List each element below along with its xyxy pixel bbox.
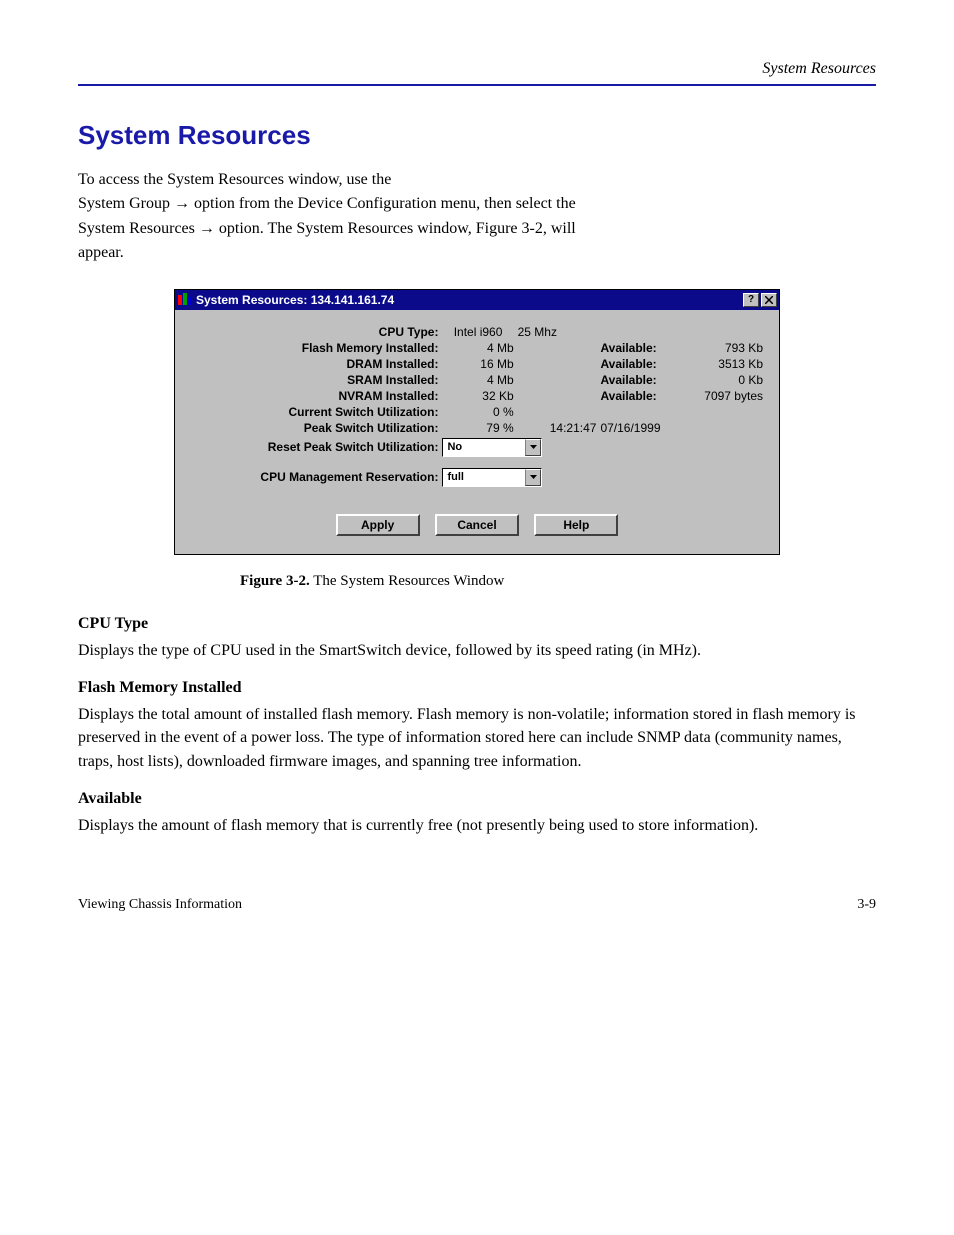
help-button[interactable]: Help <box>534 514 618 536</box>
value-cpu-model: Intel i960 <box>440 324 515 340</box>
value-peak-util-pct: 79 % <box>440 420 515 436</box>
row-cpu-mgmt: CPU Management Reservation: full <box>189 466 765 488</box>
page-header-topic: System Resources <box>78 60 876 78</box>
label-flash: Flash Memory Installed: <box>189 340 440 356</box>
page-footer: Viewing Chassis Information 3-9 <box>78 897 876 913</box>
titlebar[interactable]: System Resources: 134.141.161.74 ? <box>175 290 779 310</box>
section-heading: System Resources <box>78 120 876 151</box>
intro-paragraph: To access the System Resources window, u… <box>78 169 876 265</box>
footer-left: Viewing Chassis Information <box>78 897 242 913</box>
label-nvram: NVRAM Installed: <box>189 388 440 404</box>
value-cur-util: 0 % <box>440 404 515 420</box>
label-reset-peak: Reset Peak Switch Utilization: <box>189 436 440 458</box>
value-sram-available: 0 Kb <box>682 372 765 388</box>
system-resources-dialog: System Resources: 134.141.161.74 ? CPU T… <box>174 289 780 555</box>
dropdown-icon[interactable] <box>525 439 541 456</box>
reset-peak-select[interactable]: No <box>442 438 542 457</box>
dialog-title: System Resources: 134.141.161.74 <box>196 293 741 307</box>
intro-line: System Group → option from the Device Co… <box>78 193 876 215</box>
label-available: Available: <box>598 340 681 356</box>
value-flash-available: 793 Kb <box>682 340 765 356</box>
dialog-body: CPU Type: Intel i960 25 Mhz Flash Memory… <box>175 310 779 554</box>
field-descriptions: CPU Type Displays the type of CPU used i… <box>78 612 876 838</box>
label-sram: SRAM Installed: <box>189 372 440 388</box>
intro-line: To access the System Resources window, u… <box>78 169 876 191</box>
value-flash-installed: 4 Mb <box>440 340 515 356</box>
label-peak-util: Peak Switch Utilization: <box>189 420 440 436</box>
label-available: Available: <box>598 388 681 404</box>
row-reset-peak: Reset Peak Switch Utilization: No <box>189 436 765 458</box>
figure-number: Figure 3-2. <box>240 573 310 589</box>
row-peak-util: Peak Switch Utilization: 79 % 14:21:47 0… <box>189 420 765 436</box>
cpu-mgmt-value: full <box>443 471 525 483</box>
row-cpu-type: CPU Type: Intel i960 25 Mhz <box>189 324 765 340</box>
label-cpu-mgmt: CPU Management Reservation: <box>189 466 440 488</box>
intro-line: System Resources → option. The System Re… <box>78 218 876 240</box>
close-icon[interactable] <box>761 293 777 307</box>
footer-right: 3-9 <box>857 897 876 913</box>
value-nvram-available: 7097 bytes <box>682 388 765 404</box>
figure-caption: Figure 3-2. The System Resources Window <box>240 573 876 590</box>
value-cpu-speed: 25 Mhz <box>516 324 599 340</box>
dialog-button-row: Apply Cancel Help <box>189 514 765 536</box>
desc-head-flash: Flash Memory Installed <box>78 676 876 699</box>
fields-table: CPU Type: Intel i960 25 Mhz Flash Memory… <box>189 324 765 488</box>
row-nvram: NVRAM Installed: 32 Kb Available: 7097 b… <box>189 388 765 404</box>
page: System Resources System Resources To acc… <box>0 0 954 953</box>
dropdown-icon[interactable] <box>525 469 541 486</box>
label-available: Available: <box>598 356 681 372</box>
cancel-button[interactable]: Cancel <box>435 514 519 536</box>
label-dram: DRAM Installed: <box>189 356 440 372</box>
cpu-mgmt-select[interactable]: full <box>442 468 542 487</box>
label-available: Available: <box>598 372 681 388</box>
header-rule <box>78 84 876 86</box>
app-icon <box>178 293 192 307</box>
reset-peak-value: No <box>443 441 525 453</box>
desc-body-available: Displays the amount of flash memory that… <box>78 814 876 837</box>
value-dram-installed: 16 Mb <box>440 356 515 372</box>
row-sram: SRAM Installed: 4 Mb Available: 0 Kb <box>189 372 765 388</box>
row-flash: Flash Memory Installed: 4 Mb Available: … <box>189 340 765 356</box>
row-cur-util: Current Switch Utilization: 0 % <box>189 404 765 420</box>
help-button-icon[interactable]: ? <box>743 293 759 307</box>
value-peak-util-date: 07/16/1999 <box>598 420 681 436</box>
desc-body-flash: Displays the total amount of installed f… <box>78 703 876 773</box>
value-sram-installed: 4 Mb <box>440 372 515 388</box>
intro-line: appear. <box>78 242 876 264</box>
desc-head-available: Available <box>78 787 876 810</box>
value-dram-available: 3513 Kb <box>682 356 765 372</box>
apply-button[interactable]: Apply <box>336 514 420 536</box>
row-dram: DRAM Installed: 16 Mb Available: 3513 Kb <box>189 356 765 372</box>
desc-head-cpu: CPU Type <box>78 612 876 635</box>
label-cur-util: Current Switch Utilization: <box>189 404 440 420</box>
label-cpu-type: CPU Type: <box>189 324 440 340</box>
value-nvram-installed: 32 Kb <box>440 388 515 404</box>
figure-title: The System Resources Window <box>310 573 505 589</box>
value-peak-util-time: 14:21:47 <box>516 420 599 436</box>
desc-body-cpu: Displays the type of CPU used in the Sma… <box>78 639 876 662</box>
